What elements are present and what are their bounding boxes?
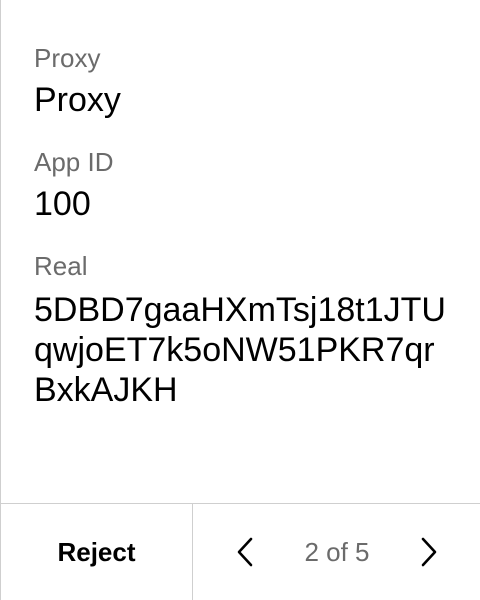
field-proxy: Proxy Proxy — [34, 38, 464, 122]
field-value: 100 — [34, 185, 91, 223]
prev-page-button[interactable] — [233, 532, 257, 572]
page-indicator: 2 of 5 — [304, 536, 370, 567]
field-label: App ID — [34, 147, 114, 177]
field-value-address: 5DBD7gaaHXmTsj18t1JTUqwjoET7k5oNW51PKR7q… — [34, 291, 446, 409]
chevron-right-icon — [421, 537, 437, 567]
chevron-left-icon — [237, 537, 253, 567]
field-label: Proxy — [34, 43, 101, 73]
next-page-button[interactable] — [417, 532, 441, 572]
reject-button[interactable]: Reject — [1, 504, 193, 600]
field-list: Proxy Proxy App ID 100 Real 5DBD7gaaHXmT… — [34, 38, 464, 430]
field-value: Proxy — [34, 81, 121, 119]
field-label: Real — [34, 251, 88, 281]
footer-bar: Reject 2 of 5 — [1, 503, 480, 600]
field-real: Real 5DBD7gaaHXmTsj18t1JTUqwjoET7k5oNW51… — [34, 246, 464, 410]
field-app-id: App ID 100 — [34, 142, 464, 226]
transaction-review-panel: Proxy Proxy App ID 100 Real 5DBD7gaaHXmT… — [0, 0, 480, 600]
pagination: 2 of 5 — [193, 504, 480, 600]
